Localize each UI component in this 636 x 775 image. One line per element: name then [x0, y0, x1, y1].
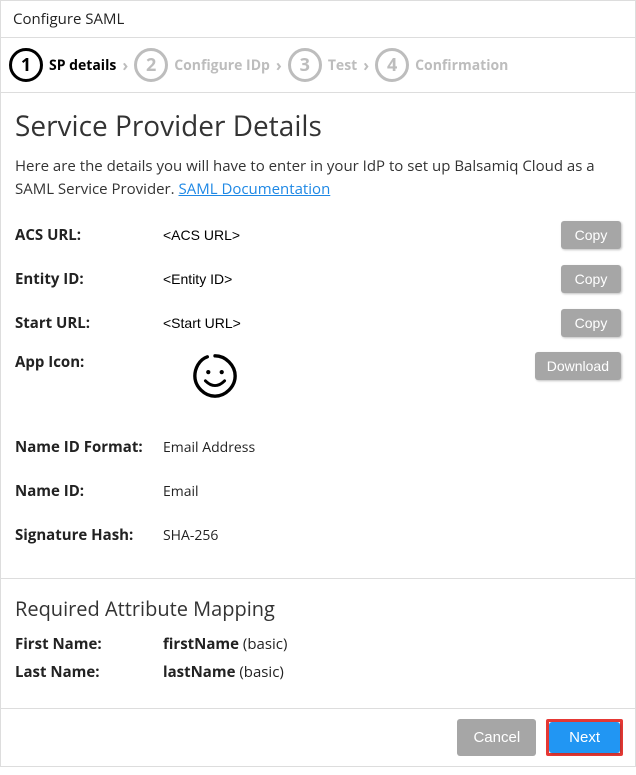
smiley-face-icon — [191, 352, 239, 400]
attribute-mapping-heading: Required Attribute Mapping — [15, 595, 621, 622]
attr-first-name: First Name: firstName (basic) — [15, 634, 621, 654]
attr-code: lastName — [163, 662, 235, 682]
attr-label: First Name: — [15, 634, 163, 654]
step-label: SP details — [49, 56, 116, 75]
step-number: 4 — [375, 48, 409, 82]
field-value: <ACS URL> — [163, 227, 561, 243]
step-label: Confirmation — [415, 56, 508, 75]
cancel-button[interactable]: Cancel — [457, 719, 536, 756]
step-number: 2 — [134, 48, 168, 82]
step-number: 3 — [288, 48, 322, 82]
chevron-right-icon: › — [361, 54, 371, 76]
stepper: 1 SP details › 2 Configure IDp › 3 Test … — [1, 38, 635, 93]
step-label: Configure IDp — [174, 56, 270, 75]
field-value — [163, 352, 535, 405]
step-confirmation[interactable]: 4 Confirmation — [375, 48, 508, 82]
field-label: Name ID: — [15, 481, 163, 501]
copy-entity-button[interactable]: Copy — [561, 265, 621, 293]
field-nameid: Name ID: Email — [15, 476, 621, 506]
field-label: ACS URL: — [15, 225, 163, 245]
step-sp-details[interactable]: 1 SP details — [9, 48, 116, 82]
panel-title: Configure SAML — [1, 1, 635, 38]
step-test[interactable]: 3 Test — [288, 48, 357, 82]
field-value: SHA-256 — [163, 526, 621, 545]
field-label: Name ID Format: — [15, 437, 163, 457]
divider — [1, 578, 635, 579]
copy-start-button[interactable]: Copy — [561, 309, 621, 337]
field-entity-id: Entity ID: <Entity ID> Copy — [15, 264, 621, 294]
dialog-footer: Cancel Next — [1, 708, 635, 766]
field-label: Start URL: — [15, 313, 163, 333]
attr-value: lastName (basic) — [163, 662, 284, 682]
field-value: <Entity ID> — [163, 271, 561, 287]
field-label: Signature Hash: — [15, 525, 163, 545]
chevron-right-icon: › — [120, 54, 130, 76]
field-start-url: Start URL: <Start URL> Copy — [15, 308, 621, 338]
step-configure-idp[interactable]: 2 Configure IDp — [134, 48, 270, 82]
download-icon-button[interactable]: Download — [535, 352, 621, 380]
content-area: Service Provider Details Here are the de… — [1, 93, 635, 708]
field-value: <Start URL> — [163, 315, 561, 331]
step-label: Test — [328, 56, 357, 75]
step-number: 1 — [9, 48, 43, 82]
saml-documentation-link[interactable]: SAML Documentation — [179, 179, 331, 199]
configure-saml-panel: Configure SAML 1 SP details › 2 Configur… — [0, 0, 636, 767]
attr-code: firstName — [163, 634, 239, 654]
field-label: Entity ID: — [15, 269, 163, 289]
attr-value: firstName (basic) — [163, 634, 287, 654]
attr-type: (basic) — [235, 662, 283, 682]
field-signature-hash: Signature Hash: SHA-256 — [15, 520, 621, 550]
attr-type: (basic) — [239, 634, 287, 654]
next-button[interactable]: Next — [549, 722, 620, 753]
intro-text: Here are the details you will have to en… — [15, 155, 621, 200]
field-label: App Icon: — [15, 352, 163, 372]
attr-last-name: Last Name: lastName (basic) — [15, 662, 621, 682]
copy-acs-button[interactable]: Copy — [561, 221, 621, 249]
next-button-highlight: Next — [546, 719, 623, 756]
chevron-right-icon: › — [274, 54, 284, 76]
field-value: Email — [163, 482, 621, 501]
field-value: Email Address — [163, 438, 621, 457]
page-heading: Service Provider Details — [15, 107, 621, 145]
attr-label: Last Name: — [15, 662, 163, 682]
field-acs-url: ACS URL: <ACS URL> Copy — [15, 220, 621, 250]
field-nameid-format: Name ID Format: Email Address — [15, 432, 621, 462]
field-app-icon: App Icon: Download — [15, 352, 621, 412]
